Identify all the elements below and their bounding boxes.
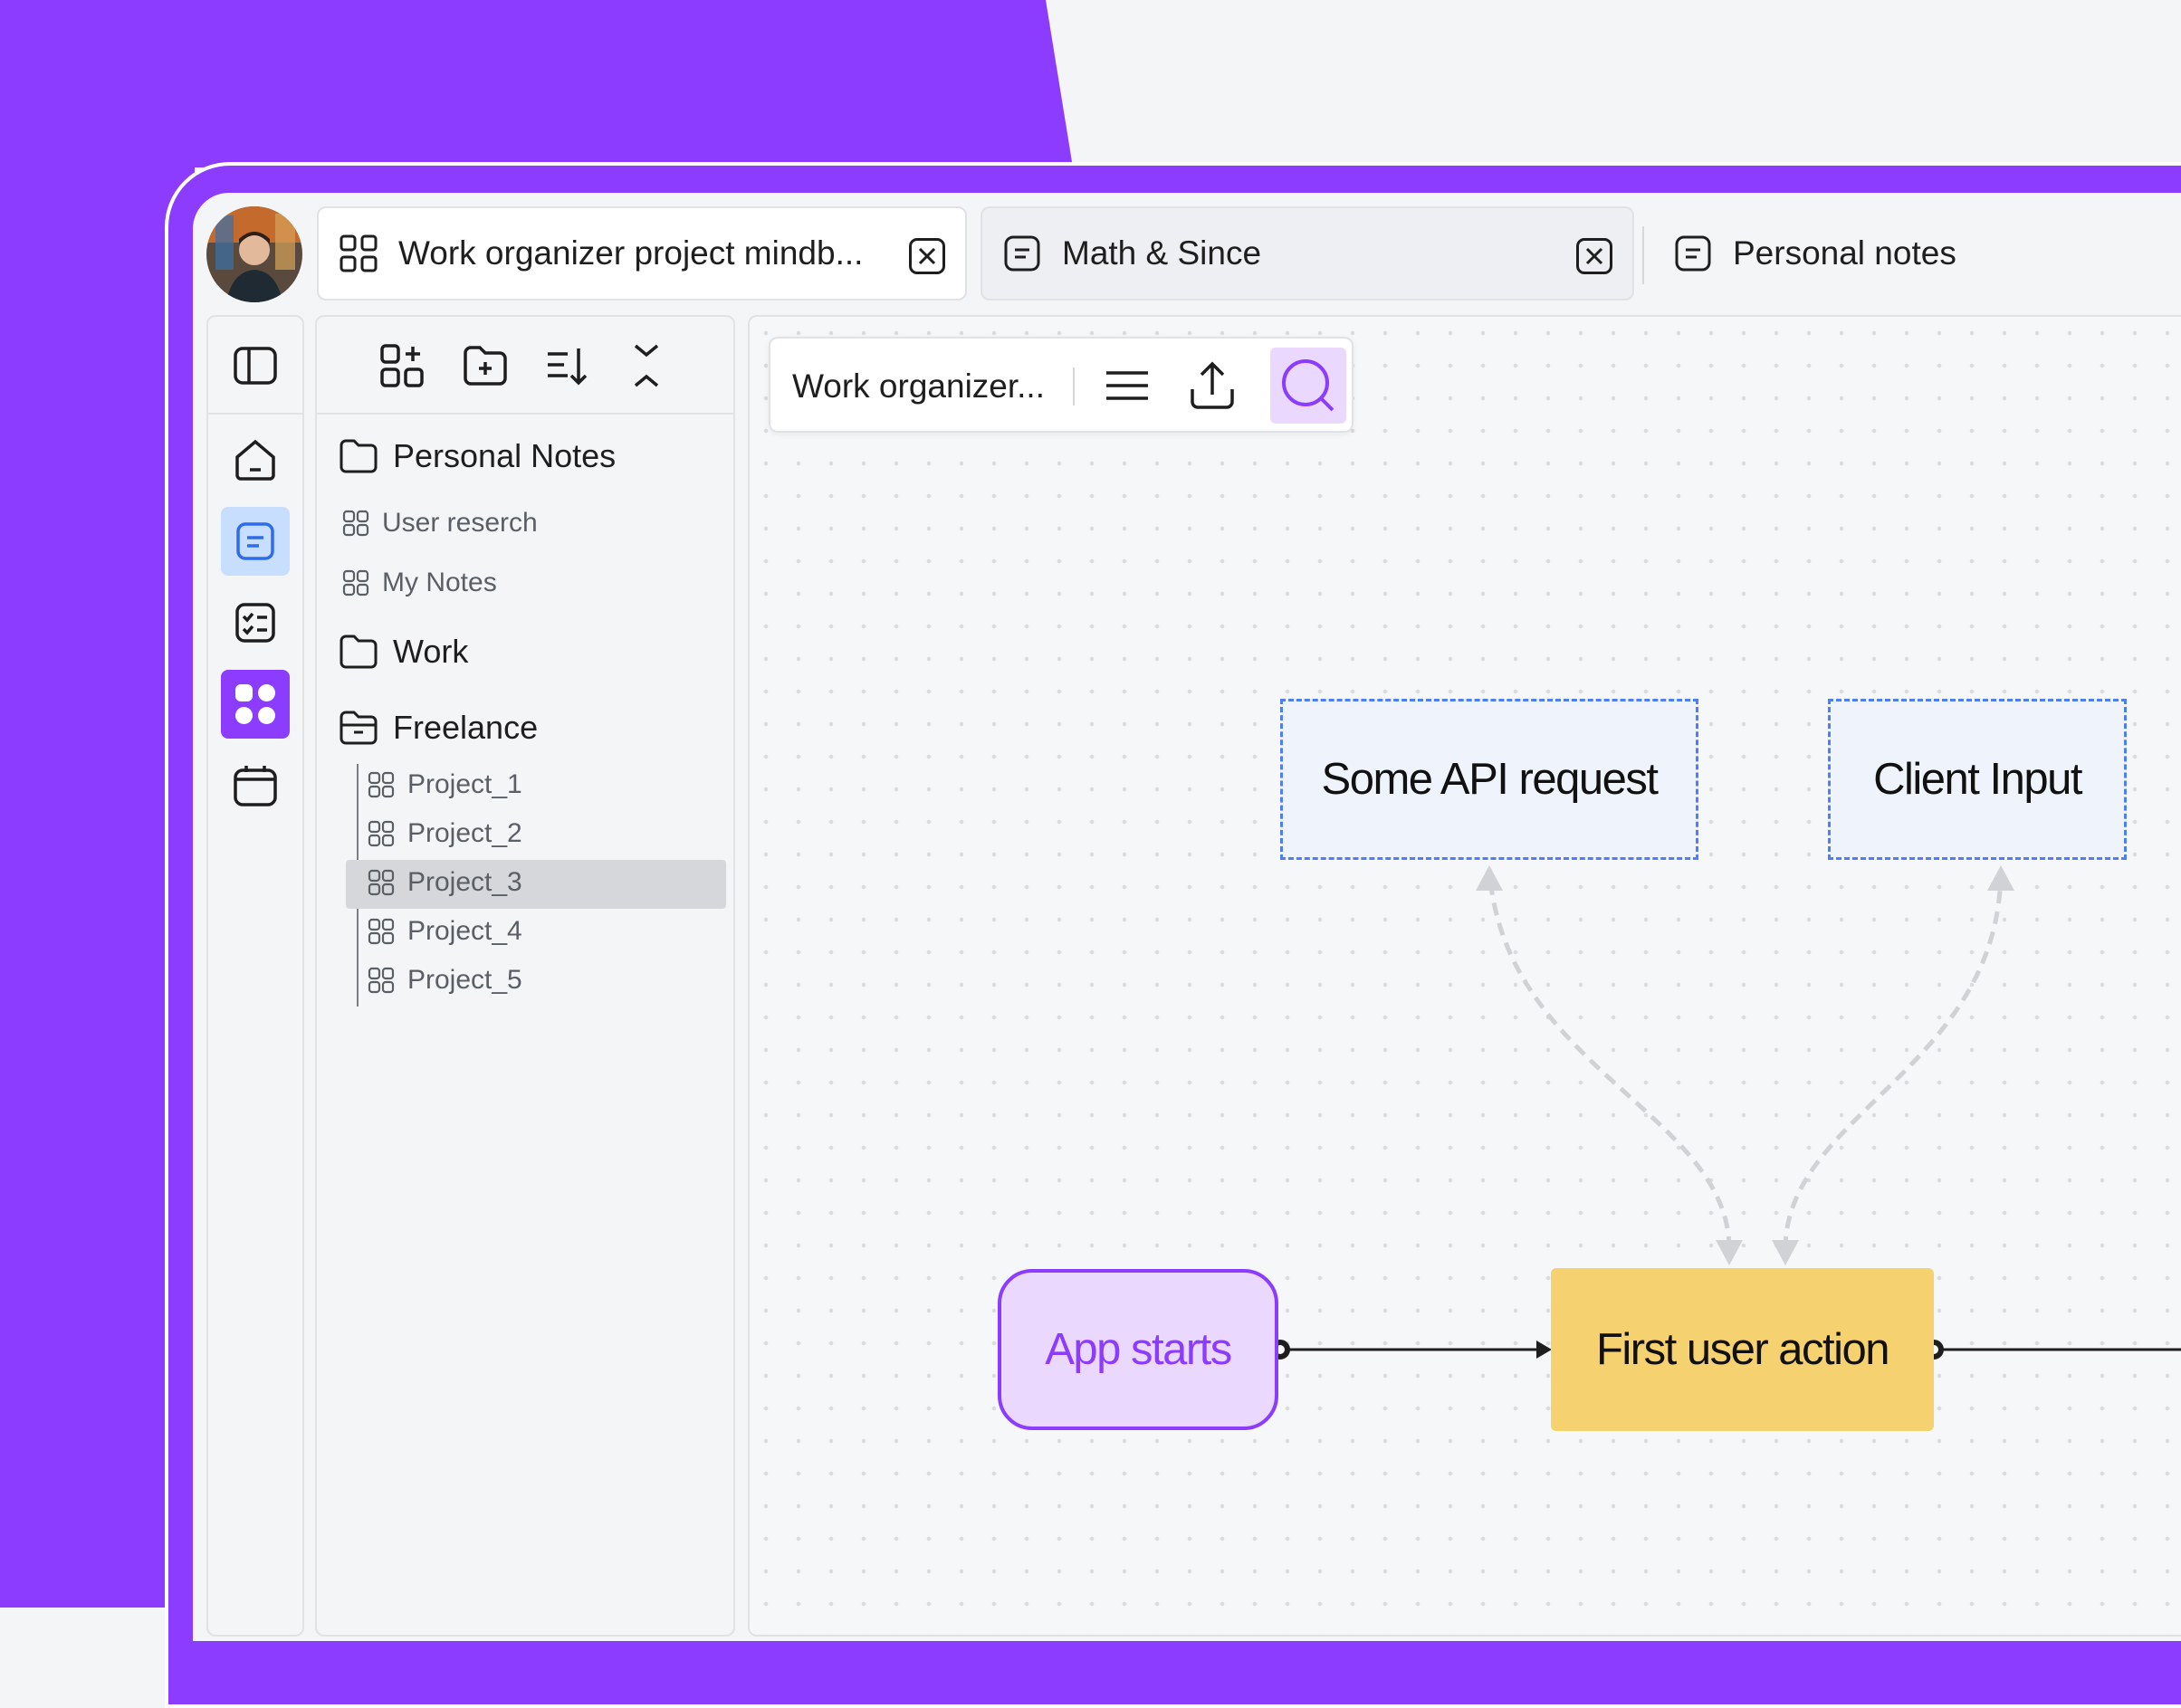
folder-open-icon (340, 711, 378, 745)
tree-item-my-notes[interactable]: My Notes (342, 568, 497, 598)
board-icon (342, 569, 369, 596)
folder-label: Freelance (393, 709, 539, 746)
board-icon (342, 510, 369, 537)
menu-icon[interactable] (1100, 358, 1154, 413)
item-label: User reserch (382, 508, 538, 538)
add-board-icon[interactable] (378, 342, 426, 389)
close-icon[interactable] (909, 238, 945, 274)
board-icon (368, 967, 395, 994)
node-label: App starts (1045, 1325, 1232, 1374)
folder-label: Work (393, 633, 469, 670)
folder-freelance[interactable]: Freelance (339, 708, 538, 748)
tree-item-user-research[interactable]: User reserch (342, 508, 538, 539)
upload-icon[interactable] (1185, 358, 1239, 413)
collapse-icon[interactable] (623, 342, 670, 389)
toolbar-divider (1073, 367, 1075, 406)
node-label: Client Input (1873, 755, 2082, 804)
node-api-request[interactable]: Some API request (1280, 699, 1698, 860)
tree-toolbar (317, 317, 733, 415)
folder-icon (340, 439, 378, 473)
tree-item-project-4[interactable]: Project_4 (368, 916, 522, 947)
note-icon (1675, 235, 1711, 272)
tab-personal-notes[interactable]: Personal notes (1653, 206, 2160, 301)
tab-label: Personal notes (1733, 234, 1956, 272)
file-tree-panel: Personal Notes User reserch My Notes Wor… (315, 315, 735, 1636)
folder-personal-notes[interactable]: Personal Notes (339, 436, 616, 476)
node-label: Some API request (1321, 755, 1659, 804)
item-label: Project_3 (407, 867, 522, 897)
folder-work[interactable]: Work (339, 632, 468, 672)
node-client-input[interactable]: Client Input (1828, 699, 2127, 860)
tree-item-project-3[interactable]: Project_3 (368, 867, 522, 898)
avatar[interactable] (206, 206, 302, 302)
close-icon[interactable] (1576, 238, 1612, 274)
item-label: Project_2 (407, 818, 522, 848)
board-icon (368, 820, 395, 847)
tab-label: Work organizer project mindb... (398, 234, 864, 272)
notes-icon[interactable] (221, 507, 290, 576)
search-icon[interactable] (1270, 348, 1346, 424)
sort-icon[interactable] (543, 342, 590, 389)
node-label: First user action (1595, 1325, 1890, 1374)
item-label: Project_5 (407, 965, 522, 995)
tab-label: Math & Since (1062, 234, 1262, 272)
canvas-toolbar: Work organizer... (769, 337, 1354, 433)
tree-item-project-2[interactable]: Project_2 (368, 818, 522, 849)
icon-rail (206, 315, 304, 1636)
calendar-icon[interactable] (221, 751, 290, 820)
tab-math[interactable]: Math & Since (980, 206, 1634, 301)
tab-divider (1642, 226, 1644, 284)
node-app-starts[interactable]: App starts (998, 1269, 1278, 1430)
sidebar-toggle-icon[interactable] (221, 331, 290, 400)
checklist-icon[interactable] (221, 588, 290, 657)
item-label: My Notes (382, 568, 497, 597)
grid-icon (340, 234, 378, 272)
folder-icon (340, 635, 378, 669)
tree-item-project-5[interactable]: Project_5 (368, 965, 522, 996)
board-icon (368, 771, 395, 798)
item-label: Project_1 (407, 769, 522, 799)
apps-icon[interactable] (221, 670, 290, 739)
board-icon (368, 918, 395, 945)
tree-item-project-1[interactable]: Project_1 (368, 769, 522, 800)
item-label: Project_4 (407, 916, 522, 946)
mindmap-canvas[interactable] (748, 315, 2181, 1636)
node-first-user-action[interactable]: First user action (1551, 1268, 1934, 1431)
home-icon[interactable] (221, 425, 290, 494)
rail-divider (208, 413, 302, 415)
board-title[interactable]: Work organizer... (792, 367, 1045, 406)
tab-work-organizer[interactable]: Work organizer project mindb... (317, 206, 967, 301)
add-folder-icon[interactable] (462, 342, 509, 389)
note-icon (1004, 235, 1040, 272)
folder-label: Personal Notes (393, 437, 617, 474)
board-icon (368, 869, 395, 896)
